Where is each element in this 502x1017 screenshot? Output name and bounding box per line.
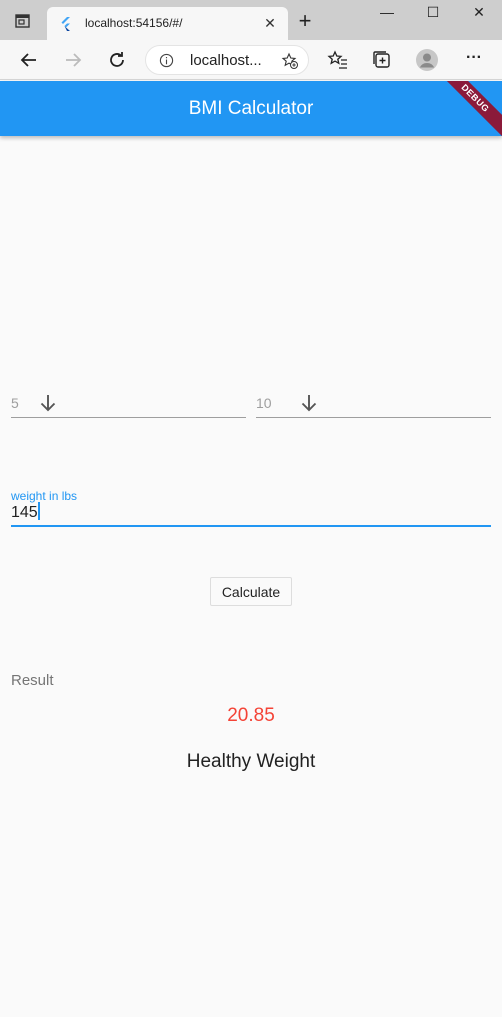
add-favorite-icon[interactable]: [281, 52, 299, 70]
browser-tab[interactable]: localhost:54156/#/ ✕: [47, 7, 288, 40]
result-label: Result: [11, 672, 54, 689]
tab-actions-icon[interactable]: [14, 12, 32, 30]
collections-icon[interactable]: [370, 48, 394, 72]
bmi-category: Healthy Weight: [186, 751, 316, 772]
browser-toolbar: localhost... ···: [0, 40, 502, 80]
tab-title: localhost:54156/#/: [85, 16, 183, 30]
feet-value: 5: [11, 395, 19, 411]
refresh-icon[interactable]: [105, 48, 129, 72]
more-options-button[interactable]: ···: [462, 49, 486, 73]
address-text: localhost...: [190, 52, 262, 69]
inches-dropdown[interactable]: 10: [256, 392, 491, 418]
calculate-button[interactable]: Calculate: [210, 577, 292, 606]
maximize-button[interactable]: ☐: [410, 4, 456, 28]
new-tab-button[interactable]: +: [294, 10, 316, 33]
text-caret: [38, 502, 40, 520]
app-title: BMI Calculator: [188, 98, 314, 119]
minimize-button[interactable]: —: [364, 4, 410, 28]
forward-arrow-icon[interactable]: [61, 48, 85, 72]
close-window-button[interactable]: ✕: [456, 4, 502, 28]
browser-tab-strip: localhost:54156/#/ ✕ + — ☐ ✕: [0, 0, 502, 40]
inches-value: 10: [256, 395, 272, 411]
info-icon[interactable]: [159, 53, 174, 68]
flutter-icon: [61, 17, 70, 31]
profile-avatar-icon[interactable]: [415, 48, 439, 72]
address-bar[interactable]: localhost...: [145, 45, 309, 75]
back-arrow-icon[interactable]: [17, 48, 41, 72]
app-bar: BMI Calculator DEBUG: [0, 81, 502, 136]
tab-close-icon[interactable]: ✕: [260, 13, 280, 33]
weight-input[interactable]: [11, 501, 491, 527]
arrow-down-icon: [301, 395, 317, 412]
favorites-icon[interactable]: [326, 48, 350, 72]
feet-dropdown[interactable]: 5: [11, 392, 246, 418]
bmi-value: 20.85: [227, 705, 275, 726]
arrow-down-icon: [40, 395, 56, 412]
